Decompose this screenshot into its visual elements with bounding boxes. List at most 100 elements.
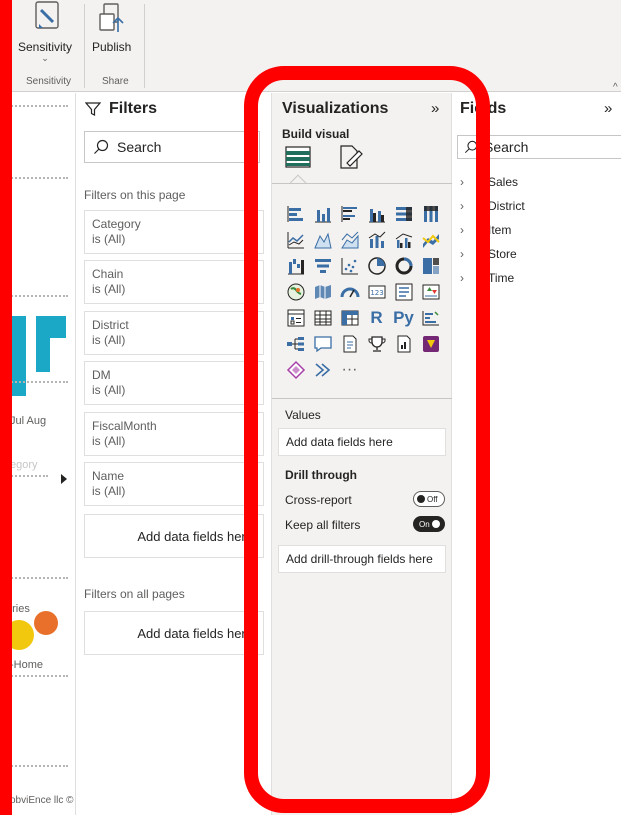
line-and-clustered-column-chart-icon[interactable]	[390, 227, 417, 253]
chart-bar[interactable]	[36, 316, 66, 338]
filter-card-name[interactable]: Name is (All)	[84, 462, 264, 506]
filter-card-value: is (All)	[92, 383, 126, 397]
scatter-chart-icon[interactable]	[336, 253, 363, 279]
stacked-bar-chart-icon[interactable]	[282, 201, 309, 227]
python-visual-label: Py	[393, 308, 414, 327]
field-table-item[interactable]: › Item	[460, 223, 511, 237]
publish-button[interactable]: Publish	[92, 0, 131, 54]
filter-card-value: is (All)	[92, 484, 126, 498]
filters-on-all-pages-label: Filters on all pages	[84, 587, 185, 601]
field-table-time[interactable]: › Time	[460, 271, 514, 285]
ribbon-collapse-icon[interactable]: ^	[613, 82, 618, 93]
visualizations-title: Visualizations	[282, 100, 389, 117]
filters-search-input[interactable]: Search	[84, 131, 260, 163]
more-options-button[interactable]: ···	[336, 357, 363, 383]
collapse-visualizations-button[interactable]: »	[431, 100, 439, 117]
smart-narrative-icon[interactable]	[336, 331, 363, 357]
visual-types-grid: 123 R Py ···	[282, 201, 444, 383]
field-table-district[interactable]: › District	[460, 199, 525, 213]
python-visual-icon[interactable]: Py	[390, 305, 417, 331]
format-visual-tab-icon[interactable]	[336, 143, 364, 171]
line-chart-icon[interactable]	[282, 227, 309, 253]
card-icon[interactable]: 123	[363, 279, 390, 305]
table-icon[interactable]	[309, 305, 336, 331]
100-stacked-column-chart-icon[interactable]	[417, 201, 444, 227]
stacked-column-chart-icon[interactable]	[309, 201, 336, 227]
power-automate-icon[interactable]	[282, 357, 309, 383]
visual-border	[8, 765, 68, 767]
filter-card-category[interactable]: Category is (All)	[84, 210, 264, 254]
chart-bubble[interactable]	[34, 611, 58, 635]
chevron-right-icon: ›	[460, 223, 464, 237]
visual-border	[8, 105, 68, 107]
divider	[272, 183, 452, 184]
toggle-knob	[431, 520, 440, 528]
collapse-fields-button[interactable]: »	[604, 100, 612, 117]
slicer-icon[interactable]	[282, 305, 309, 331]
filter-card-dm[interactable]: DM is (All)	[84, 361, 264, 405]
treemap-icon[interactable]	[417, 253, 444, 279]
gauge-icon[interactable]	[336, 279, 363, 305]
fields-search-input[interactable]: Search	[457, 135, 621, 159]
key-influencers-icon[interactable]	[417, 305, 444, 331]
area-chart-icon[interactable]	[309, 227, 336, 253]
drill-through-well-placeholder: Add drill-through fields here	[286, 552, 433, 566]
axis-month-labels: Jul Aug	[10, 415, 47, 427]
drill-through-field-well[interactable]: Add drill-through fields here	[278, 545, 446, 573]
add-fields-label: Add data fields here	[137, 625, 253, 641]
visualizations-pane: Visualizations » Build visual 123 R Py ·…	[272, 93, 452, 815]
power-apps-icon[interactable]	[417, 331, 444, 357]
values-field-well[interactable]: Add data fields here	[278, 428, 446, 456]
waterfall-chart-icon[interactable]	[282, 253, 309, 279]
add-all-pages-filter-well[interactable]: Add data fields here	[84, 611, 264, 655]
field-table-store[interactable]: › Store	[460, 247, 517, 261]
publish-label: Publish	[92, 40, 132, 54]
filters-title: Filters	[109, 100, 158, 117]
decomposition-tree-icon[interactable]	[282, 331, 309, 357]
multi-row-card-icon[interactable]	[390, 279, 417, 305]
funnel-chart-icon[interactable]	[309, 253, 336, 279]
qna-icon[interactable]	[309, 331, 336, 357]
get-more-visuals-icon[interactable]	[309, 357, 336, 383]
filter-card-name: FiscalMonth	[92, 419, 157, 433]
filter-card-value: is (All)	[92, 333, 126, 347]
filter-card-chain[interactable]: Chain is (All)	[84, 260, 264, 304]
filter-card-name: DM	[92, 368, 111, 382]
filter-card-fiscalmonth[interactable]: FiscalMonth is (All)	[84, 412, 264, 456]
filter-card-name: Category	[92, 217, 141, 231]
filter-card-district[interactable]: District is (All)	[84, 311, 264, 355]
clustered-column-chart-icon[interactable]	[363, 201, 390, 227]
field-table-sales[interactable]: › Sales	[460, 175, 518, 189]
visual-border	[8, 577, 68, 579]
filled-map-icon[interactable]	[309, 279, 336, 305]
search-icon	[464, 140, 478, 154]
donut-chart-icon[interactable]	[390, 253, 417, 279]
cross-report-toggle[interactable]: Off	[413, 491, 445, 507]
publish-icon	[98, 3, 124, 32]
search-placeholder: Search	[117, 139, 162, 155]
play-axis-icon[interactable]	[61, 474, 67, 484]
stacked-area-chart-icon[interactable]	[336, 227, 363, 253]
table-name: District	[488, 199, 525, 213]
add-page-filter-well[interactable]: Add data fields here	[84, 514, 264, 558]
visual-border	[8, 177, 68, 179]
paginated-report-icon[interactable]	[390, 331, 417, 357]
chart-bar[interactable]	[36, 338, 50, 372]
ribbon-chart-icon[interactable]	[417, 227, 444, 253]
build-visual-tab-icon[interactable]	[284, 143, 312, 171]
table-name: Time	[488, 271, 515, 285]
visual-border	[8, 295, 68, 297]
kpi-icon[interactable]	[417, 279, 444, 305]
matrix-icon[interactable]	[336, 305, 363, 331]
fields-pane: Fields » Search › Sales › District › Item ›…	[452, 93, 621, 815]
pie-chart-icon[interactable]	[363, 253, 390, 279]
keep-all-filters-toggle[interactable]: On	[413, 516, 445, 532]
clustered-bar-chart-icon[interactable]	[336, 201, 363, 227]
map-icon[interactable]	[282, 279, 309, 305]
sensitivity-button[interactable]: Sensitivity ⌄	[18, 0, 72, 63]
r-script-visual-icon[interactable]: R	[363, 305, 390, 331]
metrics-icon[interactable]	[363, 331, 390, 357]
line-and-stacked-column-chart-icon[interactable]	[363, 227, 390, 253]
100-stacked-bar-chart-icon[interactable]	[390, 201, 417, 227]
filters-on-this-page-label: Filters on this page	[84, 188, 186, 202]
